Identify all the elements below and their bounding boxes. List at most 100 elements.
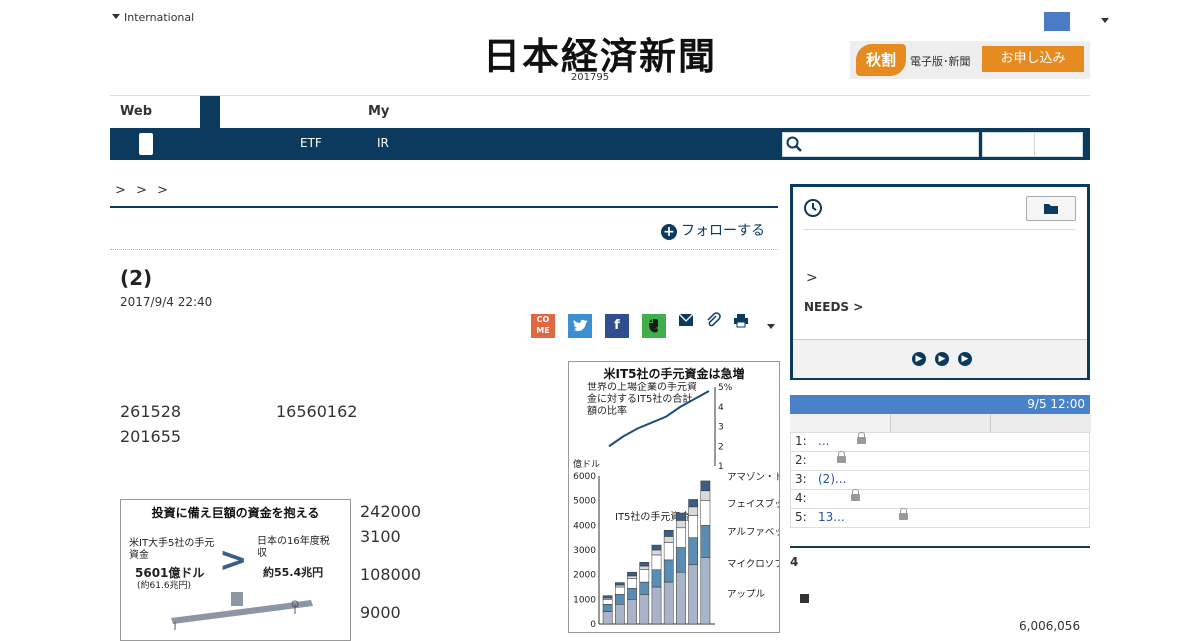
bar-segment (614, 604, 625, 625)
bar-segment (627, 571, 637, 577)
mail-icon[interactable] (678, 313, 694, 327)
cash-chart[interactable]: 米IT5社の手元資金は急増 世界の上場企業の手元資金に対するIT5社の合計額の比… (568, 361, 780, 633)
ranking-number: 1: (795, 434, 807, 448)
y-tick-label: 4000 (573, 521, 596, 531)
legend-label: アップル (727, 589, 766, 600)
y-tick-label: 3000 (573, 546, 596, 556)
bar-segment (688, 537, 699, 566)
tab-my[interactable]: My (368, 96, 389, 128)
bar-segment (627, 599, 637, 625)
ranking-title[interactable]: 13... (818, 508, 845, 527)
bar-segment (639, 594, 650, 625)
ranking-row[interactable]: 3: (2)... (790, 470, 1090, 490)
bar-segment (639, 569, 650, 583)
nav-link-ir[interactable]: IR (377, 136, 389, 150)
nav-link-etf[interactable]: ETF (300, 136, 322, 150)
ranking-time: 9/5 12:00 (1027, 397, 1085, 411)
bar-segment (602, 599, 613, 605)
register-button[interactable] (1034, 132, 1083, 157)
subscribe-button[interactable]: お申し込み (982, 46, 1084, 72)
ratio-tick-label: 5% (718, 383, 733, 393)
needs-link[interactable]: NEEDS > (804, 300, 863, 314)
twitter-share-icon[interactable] (568, 314, 592, 338)
needs-label: NEEDS (804, 300, 850, 314)
chart-note-text: 世界の上場企業の手元資金に対するIT5社の合計額の比率 (587, 382, 697, 417)
greater-than-icon: > (219, 540, 248, 580)
body-number: 3100 (360, 527, 401, 546)
legend-label: アルファベッ (727, 527, 779, 538)
square-bullet-icon (800, 594, 809, 603)
infographic-right-value: 約55.4兆円 (263, 566, 324, 579)
page-arrow-icon[interactable]: ▶ (958, 352, 972, 366)
bar-segment (651, 544, 662, 551)
header-divider (110, 95, 1090, 96)
flag-dropdown-icon[interactable] (1101, 18, 1109, 23)
bar-segment (688, 506, 699, 516)
edition-selector[interactable]: International (112, 11, 194, 24)
big-number: 6,006,056 (1019, 619, 1081, 633)
more-share-icon[interactable] (767, 324, 775, 329)
ratio-tick-label: 1 (718, 462, 724, 472)
ranking-tab[interactable] (890, 414, 991, 432)
home-nav-item[interactable] (139, 133, 153, 155)
page-arrow-icon[interactable]: ▶ (912, 352, 926, 366)
lock-icon (857, 432, 866, 444)
chevron-right-icon[interactable]: > (806, 270, 818, 286)
folder-button[interactable] (1026, 196, 1076, 221)
tab-active[interactable] (200, 96, 220, 128)
bar-segment (602, 611, 613, 625)
print-icon[interactable] (733, 313, 749, 328)
y-tick-label: 6000 (573, 472, 596, 482)
ratio-tick-label: 2 (718, 442, 724, 452)
bar-segment (602, 604, 613, 612)
bar-segment (639, 562, 650, 567)
y-tick-label: 0 (590, 620, 596, 630)
ranking-row[interactable]: 4: (790, 489, 1090, 509)
search-input[interactable] (782, 132, 979, 157)
ranking-tabs (790, 414, 1091, 433)
facebook-share-icon[interactable]: f (605, 314, 629, 338)
bar-segment (651, 549, 662, 556)
breadcrumb[interactable]: > > > (115, 183, 171, 198)
bar-segment (700, 480, 711, 492)
bar-segment (614, 584, 625, 588)
article-date: 2017/9/4 22:40 (120, 295, 213, 309)
lock-icon (851, 489, 860, 501)
bar-segment (639, 581, 650, 595)
come-share-icon[interactable]: CO ME (531, 314, 555, 338)
promo-text: 電子版･新聞 (910, 55, 971, 68)
ranking-title[interactable]: ... (818, 432, 829, 451)
scale-icon (171, 592, 313, 630)
ranking-number: 2: (795, 453, 807, 467)
bar-segment (663, 542, 674, 561)
bar-segment (688, 499, 699, 508)
clock-icon (804, 199, 822, 217)
infographic: 投資に備え巨額の資金を抱える 米IT大手5社の手元資金 5601億ドル (約61… (120, 499, 351, 641)
flag-icon[interactable] (1044, 12, 1070, 31)
panel-divider (803, 229, 1075, 230)
promo-badge: 秋割 (856, 44, 906, 76)
ranking-title[interactable]: (2)... (818, 470, 846, 489)
bar-segment (651, 569, 662, 588)
evernote-share-icon[interactable] (642, 314, 666, 338)
header-date: 201795 (570, 72, 610, 83)
tab-web[interactable]: Web (110, 96, 210, 128)
ranking-row[interactable]: 5: 13... (790, 508, 1090, 528)
bar-segment (663, 536, 674, 543)
promo-banner[interactable]: 秋割 電子版･新聞 お申し込み (850, 41, 1090, 79)
body-number: 108000 (360, 565, 422, 584)
page-arrow-icon[interactable]: ▶ (935, 352, 949, 366)
ranking-header: 9/5 12:00 (790, 395, 1090, 414)
ranking-row[interactable]: 2: (790, 451, 1090, 471)
clip-icon[interactable] (705, 312, 721, 328)
follow-button[interactable]: + フォローする (661, 220, 765, 240)
ratio-tick-label: 4 (718, 403, 724, 413)
legend-label: フェイスブッ (727, 498, 779, 510)
search-icon[interactable] (786, 136, 802, 152)
ranking-row[interactable]: 1:... (790, 432, 1090, 452)
y-axis-label: 億ドル (573, 458, 600, 470)
ranking-number: 4: (795, 491, 807, 505)
bar-segment (700, 500, 711, 526)
ranking-number: 3: (795, 472, 807, 486)
ranking-tab[interactable] (990, 414, 1091, 432)
